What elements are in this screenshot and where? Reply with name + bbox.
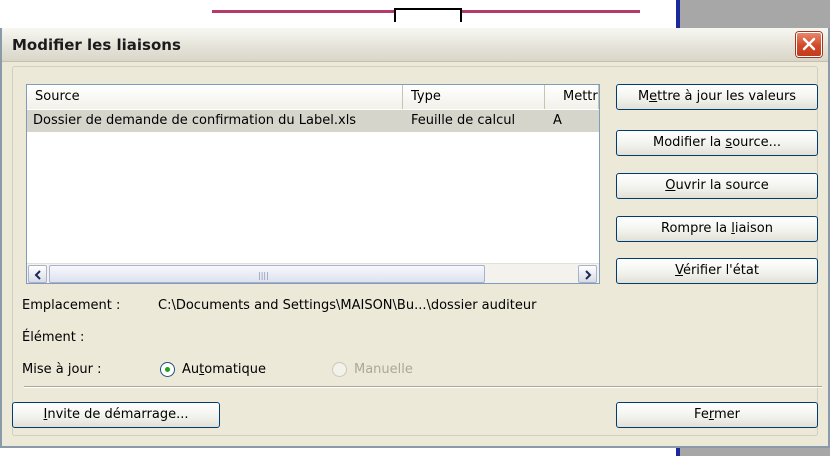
change-source-label-part: Modifier la xyxy=(653,135,726,150)
open-source-label: uvrir la source xyxy=(675,178,769,193)
check-status-accelerator: V xyxy=(675,263,683,278)
update-values-label-part: M xyxy=(637,89,650,104)
update-values-accelerator: e xyxy=(649,89,658,104)
change-source-button[interactable]: Modifier la source... xyxy=(616,130,818,156)
dialog-title: Modifier les liaisons xyxy=(12,36,181,54)
row-update-cell: A xyxy=(553,113,562,128)
edit-links-dialog: Modifier les liaisons Source Type Mettr … xyxy=(0,28,830,448)
location-label: Emplacement : xyxy=(22,298,121,313)
check-status-button[interactable]: Vérifier l'état xyxy=(616,258,818,284)
break-link-label-part: Rompre la xyxy=(661,221,732,236)
scroll-left-button[interactable] xyxy=(28,265,47,283)
column-header-source[interactable]: Source xyxy=(27,85,403,109)
manual-radio xyxy=(332,362,347,377)
title-bar[interactable]: Modifier les liaisons xyxy=(2,28,828,62)
automatic-label-rest: omatique xyxy=(204,362,267,377)
scroll-right-button[interactable] xyxy=(578,265,597,283)
item-label: Élément : xyxy=(22,330,85,345)
startup-prompt-label: nvite de démarrage... xyxy=(47,407,189,422)
close-button[interactable]: Fermer xyxy=(616,402,818,428)
open-source-accelerator: O xyxy=(665,178,676,193)
update-values-label: ttre à jour les valeurs xyxy=(657,89,797,104)
manual-radio-label: Manuelle xyxy=(354,362,413,377)
row-source-cell: Dossier de demande de confirmation du La… xyxy=(33,113,357,128)
open-source-button[interactable]: Ouvrir la source xyxy=(616,173,818,199)
list-header: Source Type Mettr xyxy=(27,85,599,109)
update-mode-label: Mise à jour : xyxy=(22,362,102,377)
close-icon xyxy=(802,37,816,51)
automatic-radio-label[interactable]: Automatique xyxy=(182,362,266,377)
table-row[interactable]: Dossier de demande de confirmation du La… xyxy=(27,110,599,132)
update-values-button[interactable]: Mettre à jour les valeurs xyxy=(616,84,818,110)
break-link-label: iaison xyxy=(734,221,773,236)
background-box xyxy=(394,8,462,22)
separator-line xyxy=(24,386,822,388)
change-source-label: ource... xyxy=(732,135,781,150)
break-link-button[interactable]: Rompre la liaison xyxy=(616,216,818,242)
close-label: mer xyxy=(713,407,740,422)
close-label-part: Fe xyxy=(694,407,709,422)
close-window-button[interactable] xyxy=(796,32,822,57)
column-header-type[interactable]: Type xyxy=(403,85,545,109)
scroll-thumb[interactable]: |||| xyxy=(49,265,485,283)
row-type-cell: Feuille de calcul xyxy=(411,113,516,128)
scroll-grip-icon: |||| xyxy=(258,271,269,280)
chevron-right-icon xyxy=(585,270,592,280)
radio-selected-dot xyxy=(165,367,170,372)
location-value: C:\Documents and Settings\MAISON\Bu...\d… xyxy=(158,298,537,313)
column-header-update[interactable]: Mettr xyxy=(545,85,599,109)
horizontal-scrollbar[interactable]: |||| xyxy=(27,263,599,283)
check-status-label: érifier l'état xyxy=(682,263,759,278)
links-list[interactable]: Source Type Mettr Dossier de demande de … xyxy=(26,84,600,284)
chevron-left-icon xyxy=(34,270,41,280)
automatic-radio[interactable] xyxy=(160,362,175,377)
startup-prompt-button[interactable]: Invite de démarrage... xyxy=(12,402,220,428)
automatic-label-part: Au xyxy=(182,362,200,377)
